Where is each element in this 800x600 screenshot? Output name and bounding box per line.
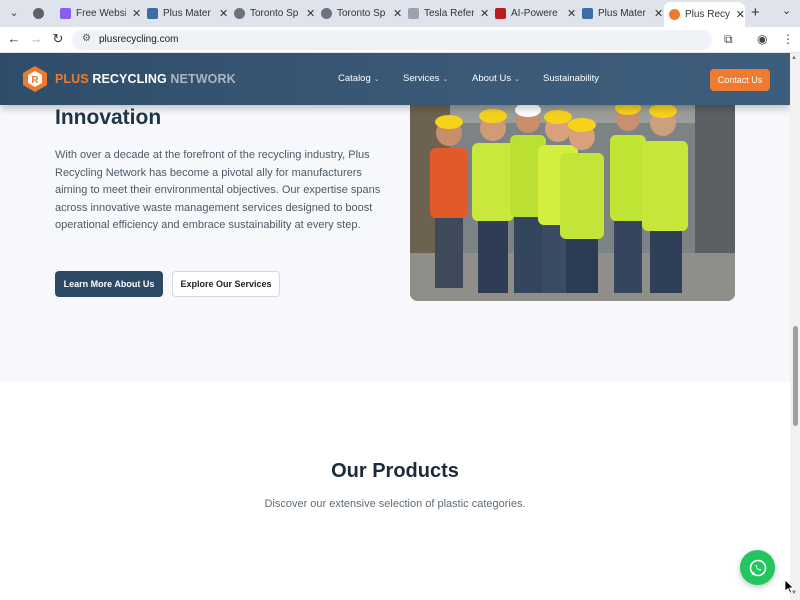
nav-label: Services [403, 73, 440, 84]
tab-title: Tesla Refer [424, 8, 474, 19]
svg-text:R: R [31, 75, 39, 86]
nav-label: Sustainability [543, 73, 599, 84]
tab-title: Toronto Sp [250, 8, 299, 19]
scrollbar-thumb[interactable] [793, 326, 798, 426]
favicon-icon [582, 8, 593, 19]
browser-toolbar: ← → ↻ ⚙ plusrecycling.com ⧉ ◉ ⋮ [0, 27, 800, 53]
tab-title: Plus Recycl [685, 9, 730, 20]
nav-services[interactable]: Services ⌄ [403, 73, 448, 84]
favicon-icon [321, 8, 332, 19]
favicon-icon [408, 8, 419, 19]
tab-title: Plus Mater [163, 8, 211, 19]
website-viewport: Driving Industry Recycling Innovation Wi… [0, 53, 800, 600]
favicon-icon [495, 8, 506, 19]
reload-icon[interactable]: ↻ [50, 31, 66, 47]
browser-tab[interactable]: Plus Mater ✕ [577, 3, 664, 24]
scroll-up-icon[interactable]: ▲ [791, 55, 797, 61]
close-tab-icon[interactable]: ✕ [306, 7, 315, 20]
browser-tabstrip: ⌄ Free Websi ✕ Plus Mater ✕ Toronto Sp ✕… [0, 0, 800, 27]
favicon-icon [234, 8, 245, 19]
close-tab-icon[interactable]: ✕ [132, 7, 141, 20]
page-scrollbar[interactable]: ▲ ▼ [790, 53, 800, 600]
close-tab-icon[interactable]: ✕ [736, 8, 745, 21]
products-heading: Our Products [331, 460, 459, 482]
browser-tab[interactable] [28, 3, 58, 24]
favicon-icon [147, 8, 158, 19]
nav-sustainability[interactable]: Sustainability [543, 73, 599, 84]
favicon-icon [60, 8, 71, 19]
new-tab-button[interactable]: + [751, 4, 760, 21]
tab-search-icon[interactable]: ⌄ [6, 5, 22, 21]
profile-icon[interactable]: ◉ [757, 32, 767, 46]
site-header: R PLUS RECYCLING NETWORK Catalog ⌄ Servic… [0, 53, 790, 105]
whatsapp-icon [749, 559, 766, 576]
products-subtitle: Discover our extensive selection of plas… [264, 498, 526, 510]
nav-label: About Us [472, 73, 512, 84]
hero-title: Innovation [55, 106, 162, 129]
globe-icon [33, 8, 44, 19]
whatsapp-chat-button[interactable] [740, 550, 775, 585]
contact-us-button[interactable]: Contact Us [710, 69, 770, 91]
site-info-icon[interactable]: ⚙ [82, 33, 91, 44]
extensions-icon[interactable]: ⧉ [724, 32, 733, 47]
tab-title: Free Websi [76, 8, 126, 19]
browser-tab[interactable]: Tesla Refer ✕ [403, 3, 490, 24]
brand-logo-text[interactable]: PLUS RECYCLING NETWORK [55, 72, 236, 86]
tab-title: Plus Mater [598, 8, 646, 19]
logo-word-network: NETWORK [170, 72, 236, 86]
close-tab-icon[interactable]: ✕ [567, 7, 576, 20]
learn-more-button[interactable]: Learn More About Us [55, 271, 163, 297]
nav-label: Catalog [338, 73, 371, 84]
chevron-down-icon[interactable]: ⌄ [782, 4, 791, 17]
browser-tab[interactable]: Plus Mater ✕ [142, 3, 229, 24]
logo-icon[interactable]: R [21, 65, 49, 93]
forward-icon[interactable]: → [28, 31, 44, 46]
browser-tab-active[interactable]: Plus Recycl ✕ [664, 2, 745, 27]
close-tab-icon[interactable]: ✕ [219, 7, 228, 20]
browser-tab[interactable]: Toronto Sp ✕ [229, 3, 316, 24]
nav-catalog[interactable]: Catalog ⌄ [338, 73, 380, 84]
address-bar[interactable]: ⚙ plusrecycling.com [72, 30, 712, 50]
url-text: plusrecycling.com [99, 34, 179, 45]
chevron-down-icon: ⌄ [373, 76, 380, 83]
logo-word-recycling: RECYCLING [92, 72, 167, 86]
logo-word-plus: PLUS [55, 72, 89, 86]
chevron-down-icon: ⌄ [514, 76, 520, 83]
explore-services-button[interactable]: Explore Our Services [172, 271, 280, 297]
back-icon[interactable]: ← [6, 31, 22, 46]
mouse-cursor-icon [785, 580, 795, 594]
browser-tab[interactable]: Toronto Sp ✕ [316, 3, 403, 24]
browser-tab[interactable]: Free Websi ✕ [55, 3, 142, 24]
menu-icon[interactable]: ⋮ [782, 32, 794, 46]
hero-description: With over a decade at the forefront of t… [55, 149, 381, 231]
favicon-icon [669, 9, 680, 20]
close-tab-icon[interactable]: ✕ [654, 7, 663, 20]
close-tab-icon[interactable]: ✕ [480, 7, 489, 20]
tab-title: AI-Powere [511, 8, 558, 19]
tab-title: Toronto Sp [337, 8, 386, 19]
nav-about-us[interactable]: About Us ⌄ [472, 73, 520, 84]
chevron-down-icon: ⌄ [442, 76, 449, 83]
close-tab-icon[interactable]: ✕ [393, 7, 402, 20]
browser-tab[interactable]: AI-Powere ✕ [490, 3, 577, 24]
